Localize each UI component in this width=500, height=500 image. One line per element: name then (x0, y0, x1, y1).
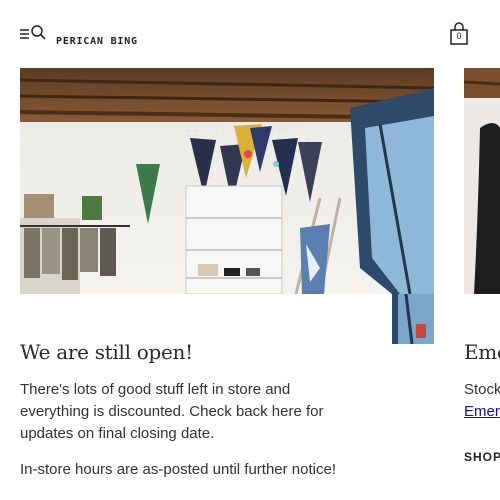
card-paragraph: There's lots of good stuff left in store… (20, 381, 324, 442)
site-logo[interactable]: PERICAN BING (56, 36, 138, 47)
cart-button[interactable]: 0 (449, 22, 471, 46)
card-title[interactable]: We are still open! (20, 340, 193, 364)
cart-count: 0 (456, 31, 462, 41)
person-photo[interactable] (464, 68, 500, 294)
card-paragraph: Stock (464, 381, 500, 398)
site-header: PERICAN BING 0 (0, 0, 500, 62)
shop-link[interactable]: SHOP (464, 450, 500, 464)
card-link[interactable]: Emer (464, 403, 500, 420)
hamburger-icon (20, 25, 46, 40)
card-paragraph: In-store hours are as-posted until furth… (20, 461, 336, 478)
menu-search-button[interactable] (20, 24, 48, 44)
door-photo-strip (392, 294, 434, 344)
card-body: Stock Emer (464, 379, 500, 423)
store-interior-photo[interactable] (20, 68, 434, 294)
search-icon (31, 25, 46, 40)
card-title[interactable]: Eme (464, 340, 500, 364)
card-body: There's lots of good stuff left in store… (20, 379, 360, 495)
